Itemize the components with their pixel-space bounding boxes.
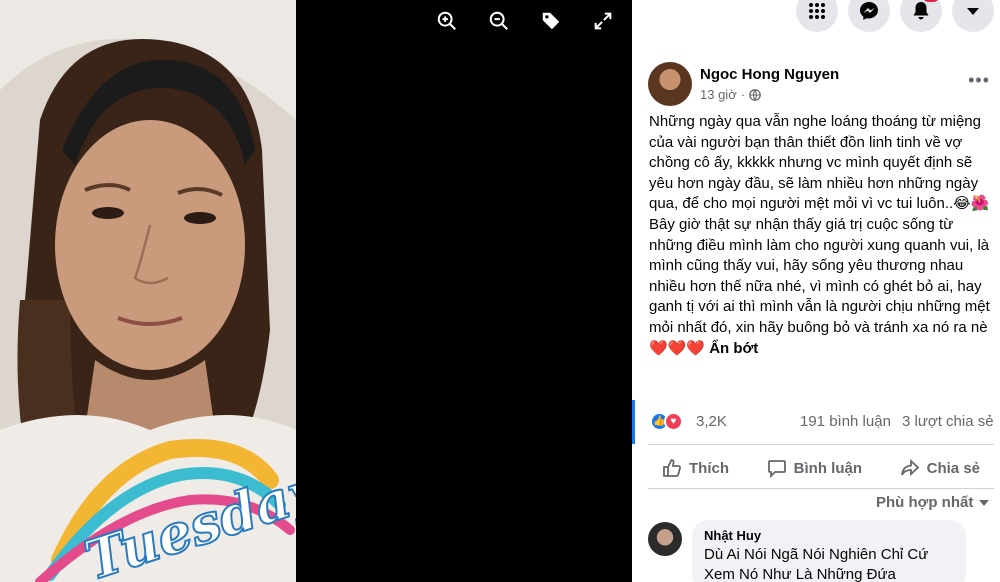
zoom-out-button[interactable] <box>484 6 514 36</box>
commenter-name[interactable]: Nhật Huy <box>704 528 954 543</box>
commenter-avatar[interactable] <box>648 522 682 556</box>
menu-grid-icon <box>809 3 825 19</box>
caret-down-icon <box>979 499 990 506</box>
post-paragraph-2-text: Bây giờ thật sự nhận thấy giá trị cuộc s… <box>649 215 990 357</box>
divider <box>648 444 994 445</box>
comment-bubble: Nhật Huy Dù Ai Nói Ngã Nói Nghiên Chỉ Cứ… <box>692 520 966 582</box>
bell-icon <box>913 2 929 20</box>
share-label: Chia sẻ <box>926 459 980 477</box>
post-text: Những ngày qua vẫn nghe loáng thoáng từ … <box>649 112 994 359</box>
viewer-toolbar <box>432 6 618 36</box>
post-meta: 13 giờ · <box>700 87 761 102</box>
reaction-count[interactable]: 3,2K <box>696 413 727 430</box>
zoom-out-icon <box>489 11 508 30</box>
top-nav <box>632 0 1000 44</box>
see-less-link[interactable]: Ẩn bớt <box>709 340 758 357</box>
account-button[interactable] <box>952 0 994 32</box>
comment-item: Nhật Huy Dù Ai Nói Ngã Nói Nghiên Chỉ Cứ… <box>648 520 994 582</box>
share-count[interactable]: 3 lượt chia sẻ <box>902 413 994 430</box>
comment-sort-dropdown[interactable]: Phù hợp nhất <box>876 494 990 511</box>
comment-text: Dù Ai Nói Ngã Nói Nghiên Chỉ Cứ Xem Nó N… <box>704 546 929 582</box>
fullscreen-button[interactable] <box>588 6 618 36</box>
tag-icon <box>542 12 560 30</box>
reaction-summary: 👍 ♥ 3,2K 191 bình luận 3 lượt chia sẻ <box>650 410 996 434</box>
divider <box>648 488 994 489</box>
author-name[interactable]: Ngoc Hong Nguyen <box>700 66 839 83</box>
comment-button[interactable]: Bình luận <box>753 452 876 484</box>
post-time[interactable]: 13 giờ <box>700 87 737 102</box>
like-label: Thích <box>689 459 729 477</box>
photo-illustration: Tuesday <box>0 0 296 582</box>
messenger-icon <box>860 2 878 20</box>
notifications-button[interactable] <box>900 0 942 32</box>
share-icon <box>900 458 919 477</box>
thumbs-up-icon <box>663 459 681 477</box>
fullscreen-icon <box>594 12 612 30</box>
post-actions: Thích Bình luận Chia sẻ <box>648 452 994 484</box>
reaction-icons[interactable]: 👍 ♥ <box>650 412 683 431</box>
more-options-button[interactable]: ••• <box>968 70 990 91</box>
author-avatar[interactable] <box>648 62 692 106</box>
like-button[interactable]: Thích <box>648 452 743 484</box>
post-panel: Ngoc Hong Nguyen 13 giờ · ••• Những ngày… <box>632 0 1000 582</box>
tag-button[interactable] <box>536 6 566 36</box>
sort-label: Phù hợp nhất <box>876 494 974 511</box>
comment-label: Bình luận <box>793 459 862 477</box>
comment-count[interactable]: 191 bình luận <box>800 413 891 430</box>
caret-down-icon <box>967 8 979 15</box>
share-button[interactable]: Chia sẻ <box>886 452 994 484</box>
post-header: Ngoc Hong Nguyen 13 giờ · ••• <box>648 62 994 108</box>
post-paragraph-1: Những ngày qua vẫn nghe loáng thoáng từ … <box>649 113 990 213</box>
love-reaction-icon: ♥ <box>664 412 683 431</box>
zoom-in-icon <box>437 11 456 30</box>
post-photo[interactable]: Tuesday <box>0 0 296 582</box>
focus-indicator <box>632 400 635 444</box>
menu-button[interactable] <box>796 0 838 32</box>
globe-icon[interactable] <box>749 88 761 101</box>
comment-icon <box>767 460 786 478</box>
post-paragraph-2: Bây giờ thật sự nhận thấy giá trị cuộc s… <box>649 215 994 359</box>
photo-viewer: Tuesday <box>0 0 632 582</box>
zoom-in-button[interactable] <box>432 6 462 36</box>
messenger-button[interactable] <box>848 0 890 32</box>
meta-separator: · <box>740 87 746 102</box>
